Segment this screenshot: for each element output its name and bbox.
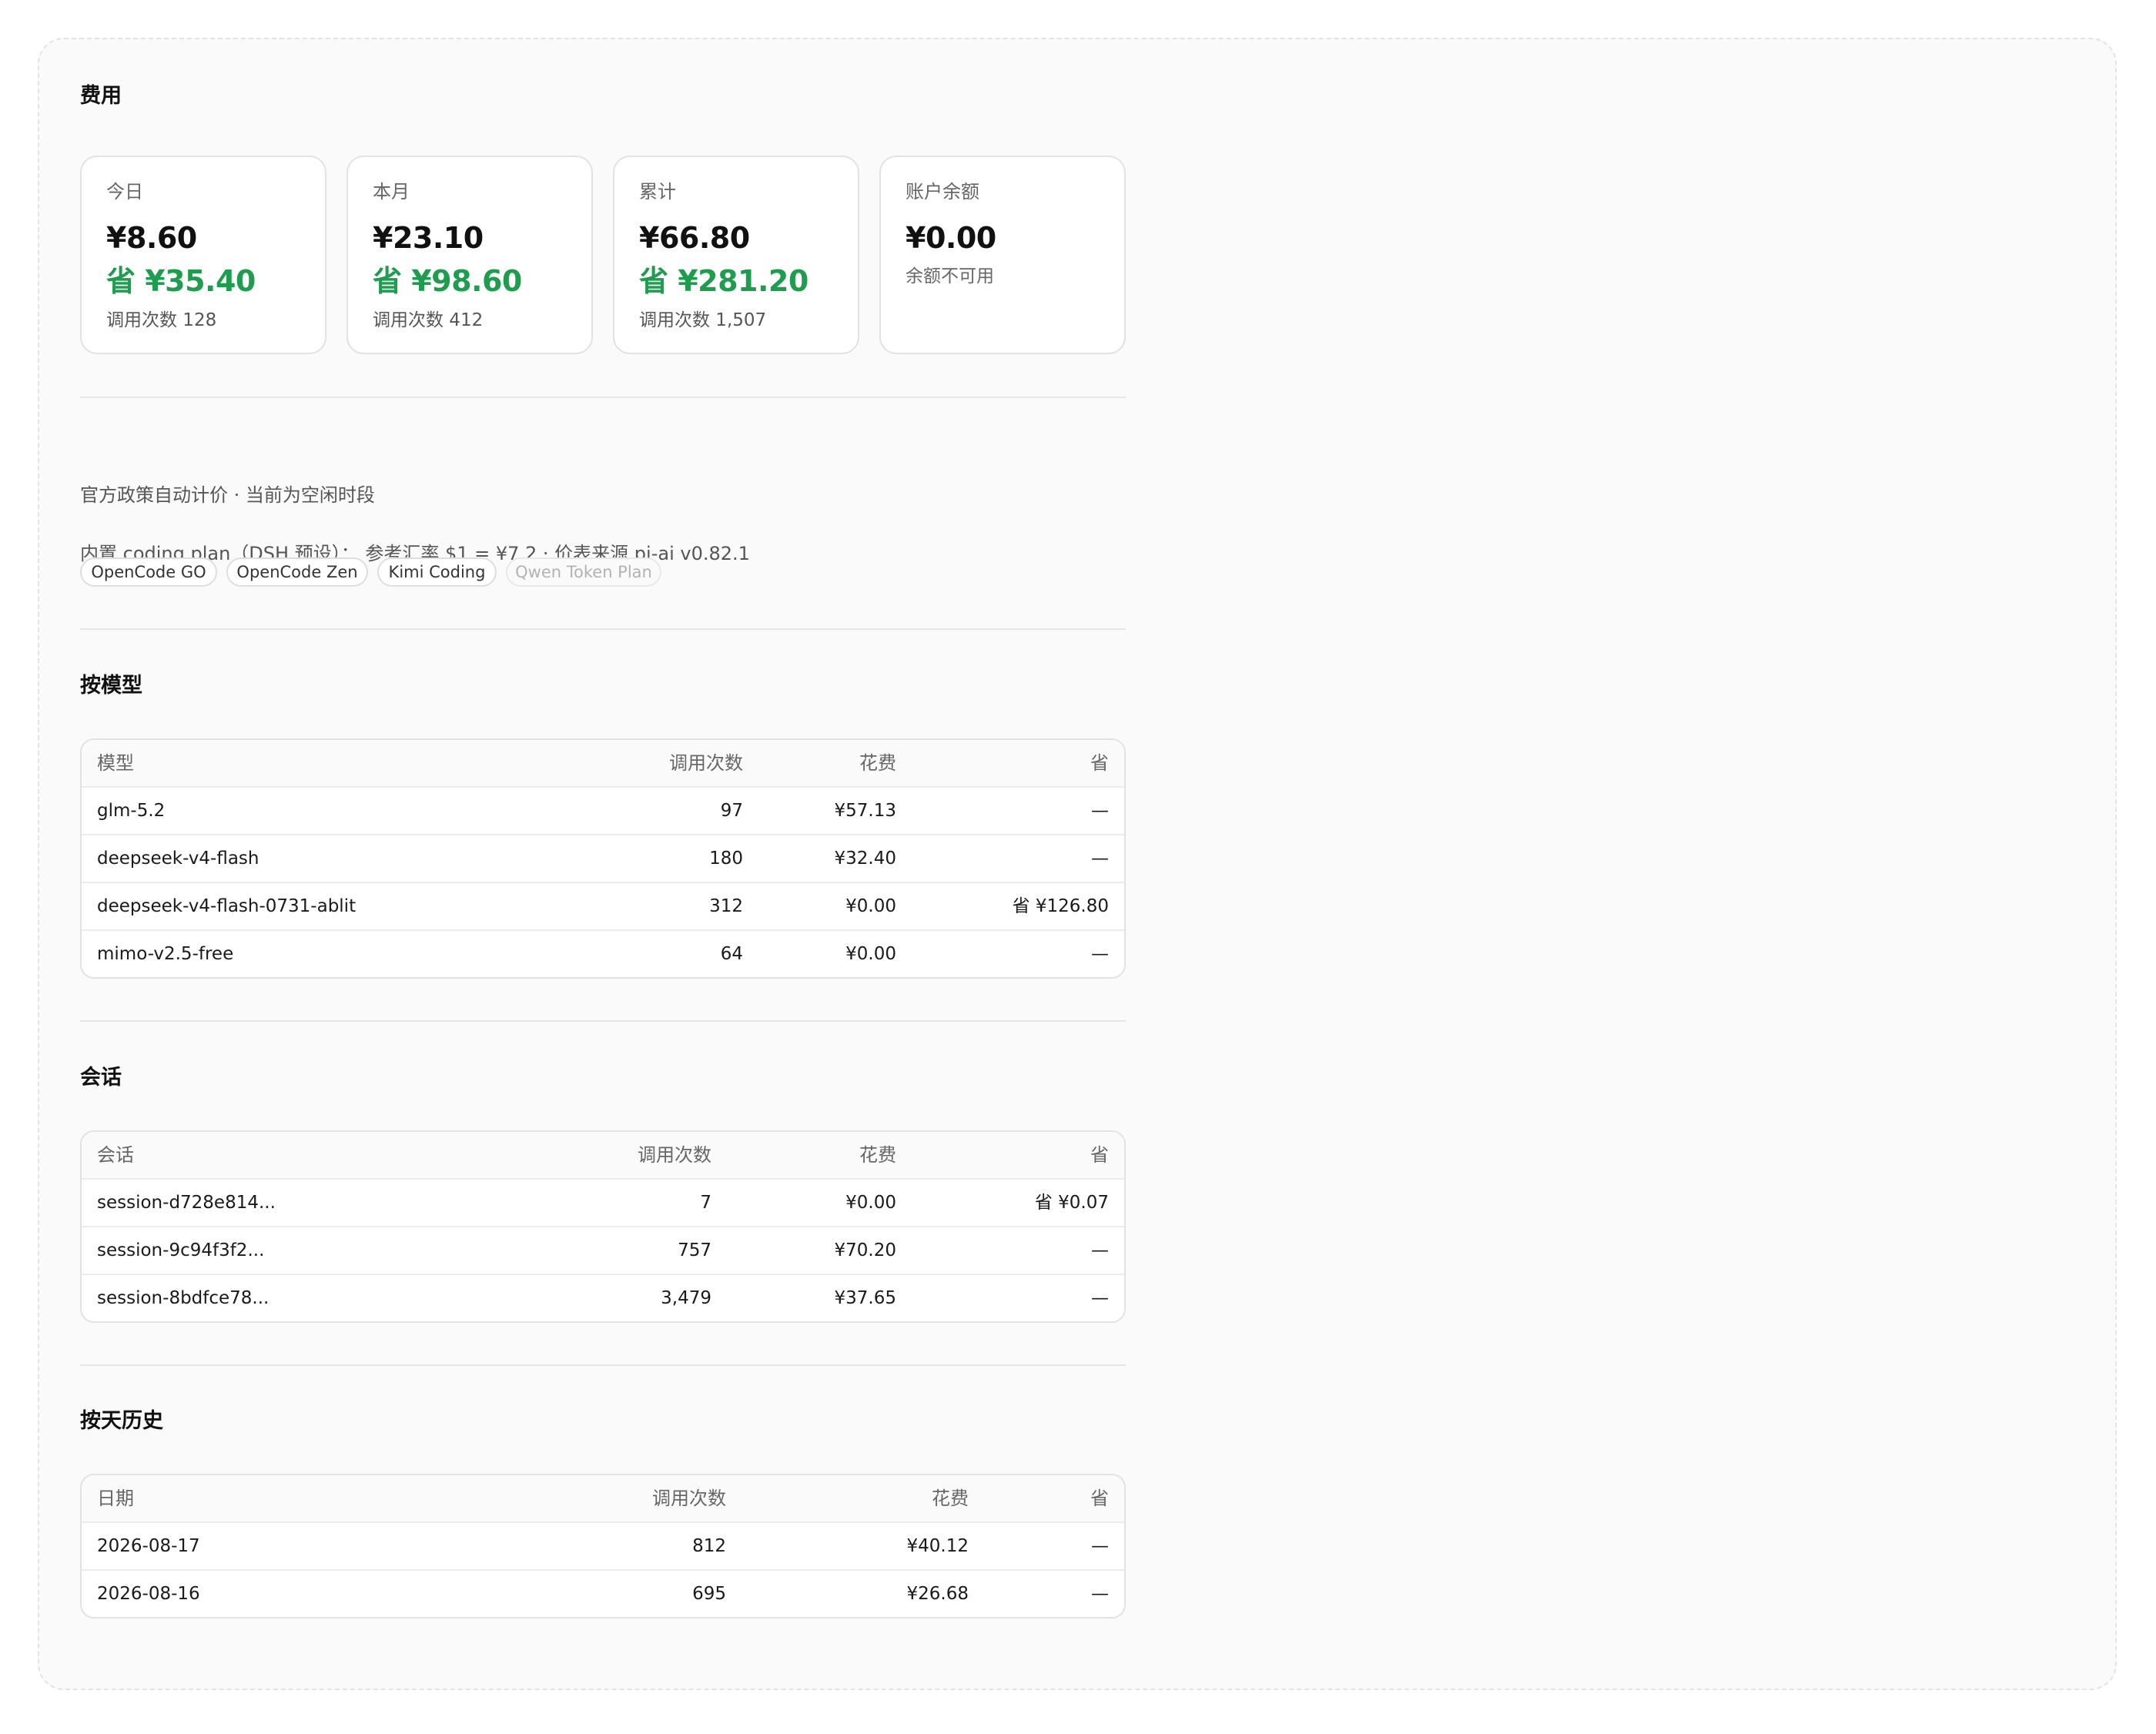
card-calls: 调用次数 412 (373, 310, 484, 330)
cell-saved: 省 ¥126.80 (1012, 896, 1109, 916)
by-model-table: 模型 调用次数 花费 省 glm-5.2 97 ¥57.13 — deepsee… (80, 738, 1126, 979)
cell-calls: 97 (720, 801, 743, 821)
column-header-calls: 调用次数 (638, 1144, 711, 1166)
table-row: mimo-v2.5-free 64 ¥0.00 — (82, 929, 1124, 977)
cell-cost: ¥0.00 (845, 896, 896, 916)
card-calls: 调用次数 128 (106, 310, 217, 330)
divider (80, 397, 1126, 398)
cell-saved: — (1091, 1536, 1109, 1556)
cell-cost: ¥70.20 (834, 1240, 896, 1260)
cell-saved: — (1091, 1240, 1109, 1260)
cell-calls: 757 (678, 1240, 711, 1260)
cell-cost: ¥32.40 (834, 849, 896, 869)
card-saved: 省 ¥35.40 (106, 264, 256, 298)
plan-chip-opencode-go[interactable]: OpenCode GO (80, 557, 217, 587)
divider (80, 1020, 1126, 1022)
card-amount: ¥8.60 (106, 221, 197, 255)
table-header-row: 日期 调用次数 花费 省 (82, 1475, 1124, 1521)
cell-calls: 812 (692, 1536, 726, 1556)
column-header-cost: 花费 (859, 1144, 896, 1166)
cell-saved: — (1091, 1288, 1109, 1308)
column-header-cost: 花费 (859, 752, 896, 774)
sessions-title: 会话 (80, 1066, 122, 1090)
cell-saved: — (1091, 944, 1109, 964)
table-row: 2026-08-16 695 ¥26.68 — (82, 1569, 1124, 1617)
cell-calls: 3,479 (661, 1288, 711, 1308)
card-amount: ¥66.80 (639, 221, 750, 255)
card-amount: ¥23.10 (373, 221, 484, 255)
card-note: 余额不可用 (906, 266, 994, 286)
cell-model: deepseek-v4-flash (97, 849, 259, 869)
cell-cost: ¥57.13 (834, 801, 896, 821)
table-header-row: 模型 调用次数 花费 省 (82, 740, 1124, 786)
divider (80, 628, 1126, 630)
cell-calls: 312 (709, 896, 743, 916)
cell-cost: ¥40.12 (906, 1536, 969, 1556)
card-balance: 账户余额 ¥0.00 余额不可用 (879, 156, 1126, 354)
cell-calls: 180 (709, 849, 743, 869)
column-header-calls: 调用次数 (669, 752, 743, 774)
cell-calls: 695 (692, 1584, 726, 1604)
divider (80, 1364, 1126, 1366)
column-header-date: 日期 (97, 1488, 134, 1509)
policy-text: 官方政策自动计价 · 当前为空闲时段 (80, 484, 375, 506)
by-model-title: 按模型 (80, 674, 142, 698)
column-header-saved: 省 (1090, 752, 1109, 774)
plan-chip-kimi-coding[interactable]: Kimi Coding (377, 557, 497, 587)
card-saved: 省 ¥98.60 (373, 264, 522, 298)
cell-date: 2026-08-16 (97, 1584, 200, 1604)
cell-saved: — (1091, 1584, 1109, 1604)
cell-saved: — (1091, 849, 1109, 869)
card-label: 账户余额 (906, 181, 979, 203)
column-header-session: 会话 (97, 1144, 134, 1166)
plan-chip-opencode-zen[interactable]: OpenCode Zen (226, 557, 368, 587)
table-row: deepseek-v4-flash-0731-ablit 312 ¥0.00 省… (82, 882, 1124, 929)
cell-calls: 7 (700, 1193, 711, 1213)
table-row: 2026-08-17 812 ¥40.12 — (82, 1521, 1124, 1569)
by-day-table: 日期 调用次数 花费 省 2026-08-17 812 ¥40.12 — 202… (80, 1474, 1126, 1619)
card-saved: 省 ¥281.20 (639, 264, 808, 298)
column-header-saved: 省 (1090, 1488, 1109, 1509)
cell-cost: ¥26.68 (906, 1584, 969, 1604)
cell-cost: ¥0.00 (845, 944, 896, 964)
card-label: 累计 (639, 181, 676, 203)
cell-session: session-9c94f3f2... (97, 1240, 265, 1260)
card-label: 今日 (106, 181, 143, 203)
cell-model: mimo-v2.5-free (97, 944, 234, 964)
table-row[interactable]: session-8bdfce78... 3,479 ¥37.65 — (82, 1274, 1124, 1321)
plan-chip-qwen-token-plan[interactable]: Qwen Token Plan (506, 557, 661, 587)
cost-panel: 费用 今日 ¥8.60 省 ¥35.40 调用次数 128 本月 ¥23.10 … (38, 38, 2117, 1690)
cell-saved: 省 ¥0.07 (1034, 1193, 1109, 1213)
card-amount: ¥0.00 (906, 221, 996, 255)
card-total: 累计 ¥66.80 省 ¥281.20 调用次数 1,507 (613, 156, 859, 354)
table-row: glm-5.2 97 ¥57.13 — (82, 786, 1124, 834)
sessions-table: 会话 调用次数 花费 省 session-d728e814... 7 ¥0.00… (80, 1130, 1126, 1323)
table-row[interactable]: session-d728e814... 7 ¥0.00 省 ¥0.07 (82, 1178, 1124, 1226)
column-header-model: 模型 (97, 752, 134, 774)
cell-session: session-d728e814... (97, 1193, 276, 1213)
cell-saved: — (1091, 801, 1109, 821)
card-calls: 调用次数 1,507 (639, 310, 767, 330)
card-today: 今日 ¥8.60 省 ¥35.40 调用次数 128 (80, 156, 326, 354)
column-header-cost: 花费 (932, 1488, 969, 1509)
by-day-title: 按天历史 (80, 1409, 163, 1433)
column-header-saved: 省 (1090, 1144, 1109, 1166)
card-label: 本月 (373, 181, 410, 203)
cell-cost: ¥37.65 (834, 1288, 896, 1308)
cell-date: 2026-08-17 (97, 1536, 200, 1556)
table-header-row: 会话 调用次数 花费 省 (82, 1132, 1124, 1178)
cell-cost: ¥0.00 (845, 1193, 896, 1213)
table-row: deepseek-v4-flash 180 ¥32.40 — (82, 834, 1124, 882)
column-header-calls: 调用次数 (652, 1488, 726, 1509)
cost-section-title: 费用 (80, 84, 122, 108)
card-month: 本月 ¥23.10 省 ¥98.60 调用次数 412 (346, 156, 593, 354)
cell-model: glm-5.2 (97, 801, 166, 821)
cell-model: deepseek-v4-flash-0731-ablit (97, 896, 357, 916)
table-row[interactable]: session-9c94f3f2... 757 ¥70.20 — (82, 1226, 1124, 1274)
cell-session: session-8bdfce78... (97, 1288, 270, 1308)
cell-calls: 64 (720, 944, 743, 964)
